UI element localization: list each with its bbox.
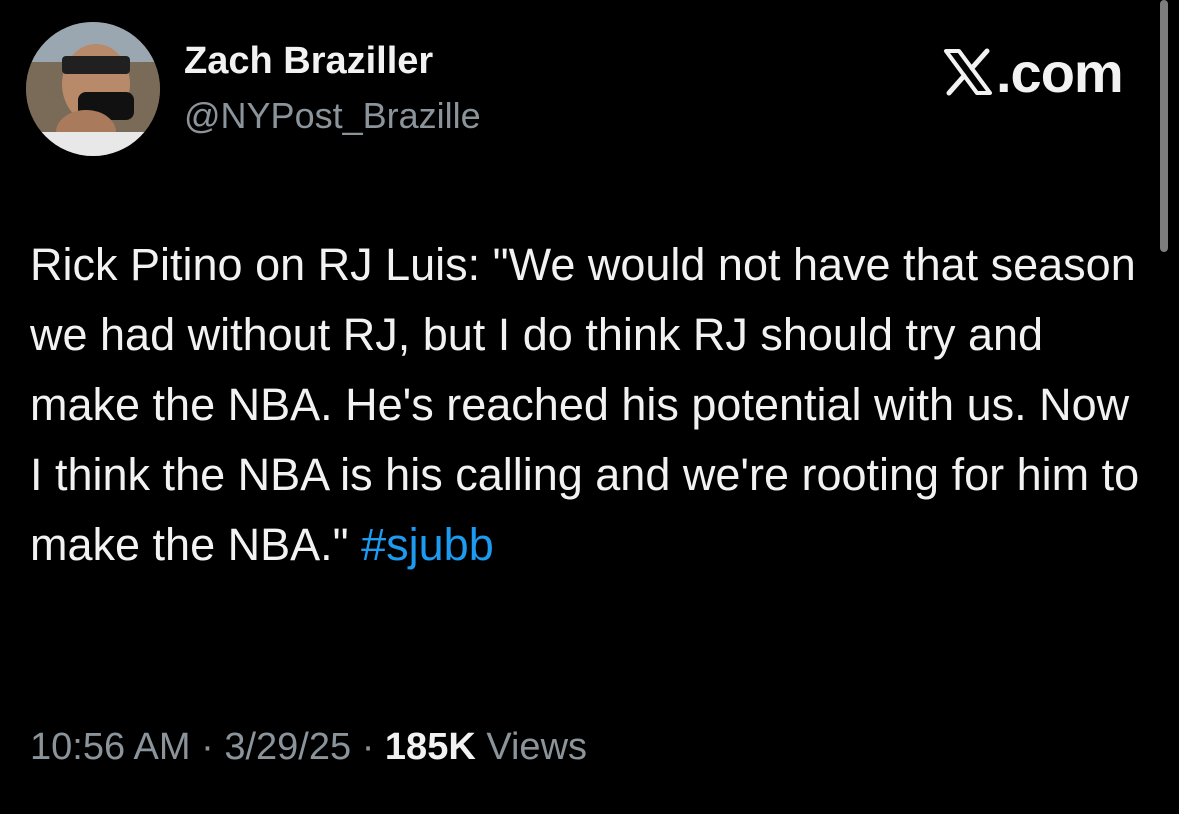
- x-com-logo: .com: [942, 40, 1124, 104]
- author-name[interactable]: Zach Braziller: [184, 40, 433, 83]
- author-handle[interactable]: @NYPost_Brazille: [184, 95, 481, 137]
- views-label: Views: [486, 726, 588, 768]
- tweet-time[interactable]: 10:56 AM: [30, 726, 191, 768]
- tweet-meta: 10:56 AM · 3/29/25 · 185K Views: [30, 726, 587, 769]
- meta-separator: ·: [201, 726, 214, 768]
- avatar-photo: [26, 22, 160, 156]
- avatar[interactable]: [26, 22, 160, 156]
- scrollbar[interactable]: [1160, 0, 1168, 252]
- tweet-text: Rick Pitino on RJ Luis: "We would not ha…: [30, 230, 1140, 580]
- tweet-date[interactable]: 3/29/25: [224, 726, 351, 768]
- views-count: 185K: [384, 726, 476, 768]
- hashtag-link[interactable]: #sjubb: [361, 519, 494, 570]
- x-logo-icon: [944, 48, 992, 96]
- logo-text: .com: [996, 40, 1124, 104]
- meta-separator: ·: [361, 726, 375, 768]
- tweet-body: Rick Pitino on RJ Luis: "We would not ha…: [30, 239, 1140, 570]
